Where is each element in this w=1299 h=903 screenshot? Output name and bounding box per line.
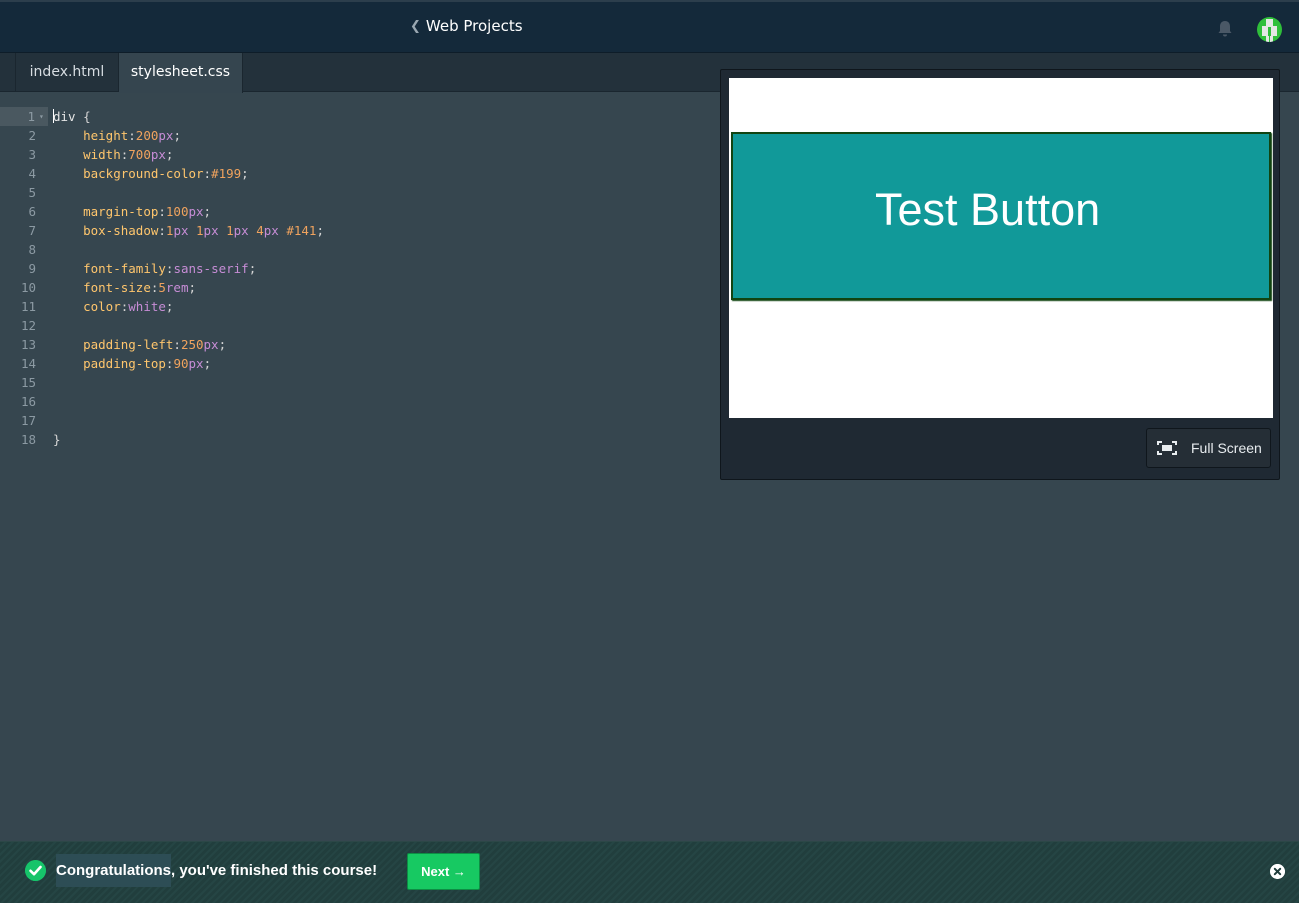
code-line[interactable]: 3 width:700px; xyxy=(0,145,720,164)
code-line[interactable]: 14 padding-top:90px; xyxy=(0,354,720,373)
message-rest: , you've finished this course! xyxy=(171,862,378,879)
line-number: 18 xyxy=(20,432,36,447)
code-line[interactable]: 11 color:white; xyxy=(0,297,720,316)
message-highlight: Congratulations xyxy=(56,854,171,887)
tab-index-html[interactable]: index.html xyxy=(15,53,119,92)
check-circle-icon xyxy=(25,860,46,881)
line-number: 2 xyxy=(28,128,36,143)
code-text: height:200px; xyxy=(83,128,181,143)
code-editor[interactable]: 1 ▾ div {2 height:200px; 3 width:700px; 4 ba… xyxy=(0,107,720,467)
code-line[interactable]: 5 xyxy=(0,183,720,202)
code-line[interactable]: 18} xyxy=(0,430,720,449)
close-circle-icon[interactable] xyxy=(1270,864,1285,879)
code-text: box-shadow:1px 1px 1px 4px #141; xyxy=(83,223,324,238)
code-text: } xyxy=(53,432,61,447)
line-number: 17 xyxy=(20,413,36,428)
fullscreen-button[interactable]: Full Screen xyxy=(1146,428,1271,468)
user-avatar-icon[interactable] xyxy=(1257,17,1282,42)
line-number: 7 xyxy=(28,223,36,238)
line-number: 9 xyxy=(28,261,36,276)
next-button[interactable]: Next → xyxy=(407,853,480,890)
code-text: padding-top:90px; xyxy=(83,356,212,371)
chevron-left-icon[interactable]: ❮ xyxy=(410,19,421,34)
fullscreen-icon xyxy=(1157,441,1177,455)
line-number: 4 xyxy=(28,166,36,181)
line-number: 15 xyxy=(20,375,36,390)
completion-message: Congratulations, you've finished this co… xyxy=(49,854,377,888)
completion-banner: Congratulations, you've finished this co… xyxy=(0,841,1299,903)
line-number: 13 xyxy=(20,337,36,352)
preview-panel: Test Button Full Screen xyxy=(720,69,1280,480)
line-number: 14 xyxy=(20,356,36,371)
line-number: 12 xyxy=(20,318,36,333)
line-number: 10 xyxy=(20,280,36,295)
code-line[interactable]: 13 padding-left:250px; xyxy=(0,335,720,354)
code-text: font-size:5rem; xyxy=(83,280,197,295)
code-text: font-family:sans-serif; xyxy=(83,261,257,276)
code-line[interactable]: 10 font-size:5rem; xyxy=(0,278,720,297)
code-line[interactable]: 12 xyxy=(0,316,720,335)
code-line[interactable]: 4 background-color:#199; xyxy=(0,164,720,183)
code-line[interactable]: 8 xyxy=(0,240,720,259)
line-number: 8 xyxy=(28,242,36,257)
code-line[interactable]: 2 height:200px; xyxy=(0,126,720,145)
project-title[interactable]: Web Projects xyxy=(426,17,523,35)
line-number: 6 xyxy=(28,204,36,219)
fullscreen-label: Full Screen xyxy=(1191,440,1262,456)
line-number: 5 xyxy=(28,185,36,200)
tab-stylesheet-css[interactable]: stylesheet.css xyxy=(119,53,243,93)
code-line[interactable]: 1 ▾ div { xyxy=(0,107,720,126)
code-line[interactable]: 15 xyxy=(0,373,720,392)
line-number: 11 xyxy=(20,299,36,314)
code-line[interactable]: 9 font-family:sans-serif; xyxy=(0,259,720,278)
bell-icon[interactable] xyxy=(1217,20,1233,38)
code-text: padding-left:250px; xyxy=(83,337,227,352)
code-text: margin-top:100px; xyxy=(83,204,212,219)
code-line[interactable]: 16 xyxy=(0,392,720,411)
code-line[interactable]: 7 box-shadow:1px 1px 1px 4px #141; xyxy=(0,221,720,240)
line-number: 3 xyxy=(28,147,36,162)
top-bar: ❮ Web Projects xyxy=(0,0,1299,53)
code-text: background-color:#199; xyxy=(83,166,249,181)
code-line[interactable]: 6 margin-top:100px; xyxy=(0,202,720,221)
code-line[interactable]: 17 xyxy=(0,411,720,430)
test-button-preview: Test Button xyxy=(731,132,1271,300)
code-text: color:white; xyxy=(83,299,174,314)
fold-arrow-icon[interactable]: ▾ xyxy=(39,107,44,126)
code-text: width:700px; xyxy=(83,147,174,162)
code-text: div { xyxy=(53,109,91,124)
line-number: 16 xyxy=(20,394,36,409)
breadcrumb[interactable]: ❮ Web Projects xyxy=(410,17,523,35)
preview-canvas: Test Button xyxy=(729,78,1273,418)
